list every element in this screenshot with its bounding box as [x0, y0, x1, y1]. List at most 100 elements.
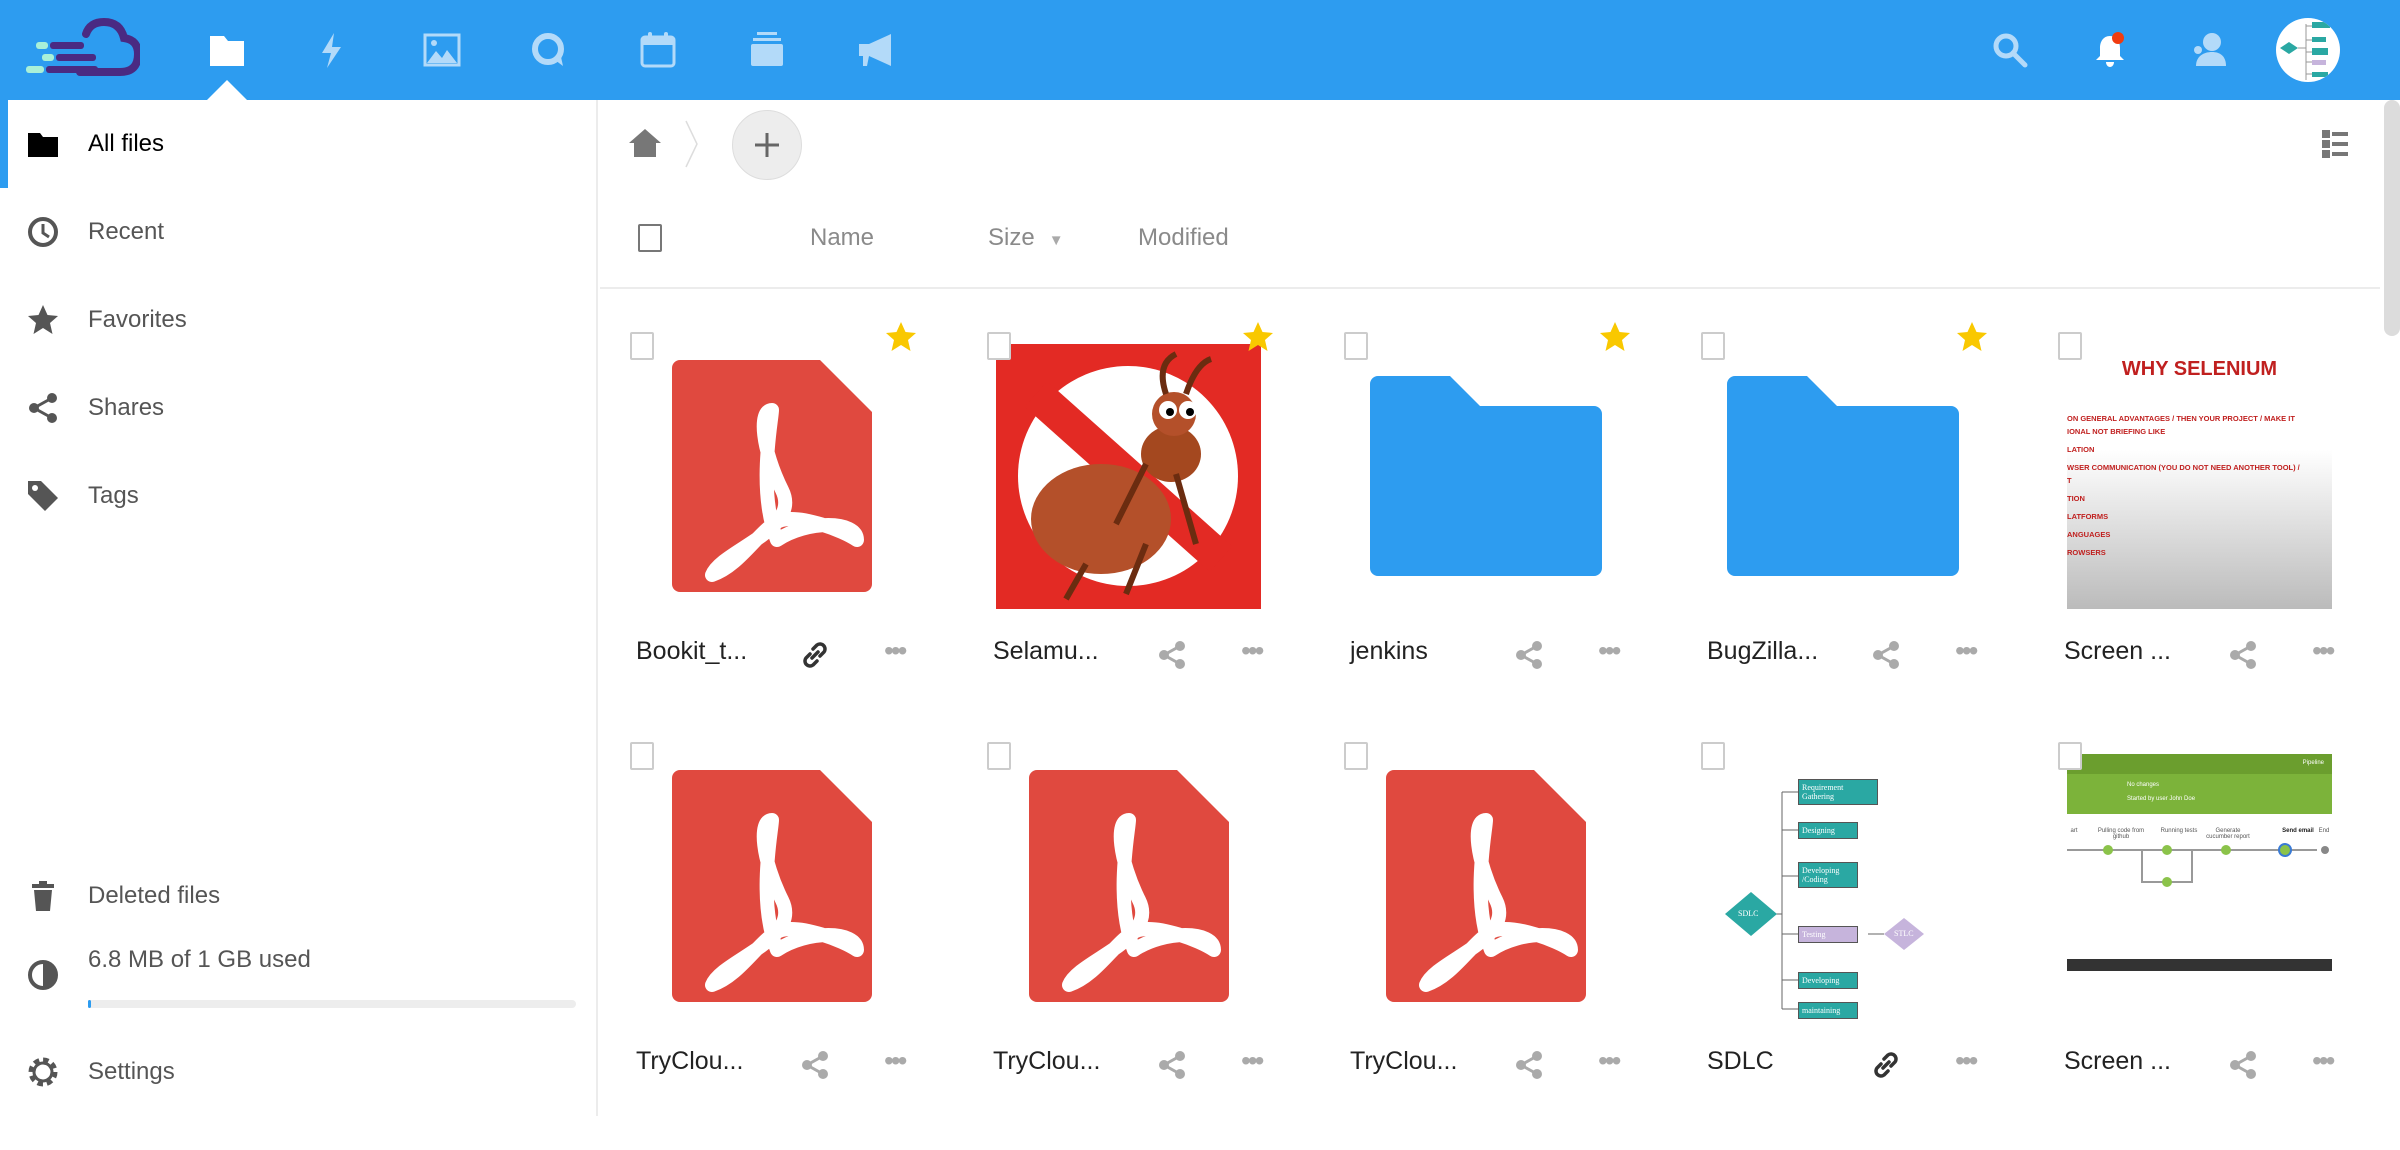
file-name[interactable]: TryClou... [636, 1047, 743, 1076]
column-header-modified[interactable]: Modified [1138, 224, 1229, 252]
file-checkbox[interactable] [630, 742, 654, 770]
share-icon[interactable] [1869, 638, 1903, 672]
file-tile[interactable]: WHY SELENIUM ON GENERAL ADVANTAGES / THEN… [2042, 332, 2399, 740]
more-actions-icon[interactable]: ••• [1955, 1047, 1989, 1082]
contacts-icon[interactable] [2188, 30, 2228, 70]
file-thumbnail[interactable] [1353, 340, 1618, 612]
file-thumbnail[interactable] [996, 750, 1261, 1022]
favorite-star-icon[interactable] [1955, 320, 1989, 354]
more-actions-icon[interactable]: ••• [1598, 637, 1632, 672]
favorite-star-icon[interactable] [884, 320, 918, 354]
file-checkbox[interactable] [987, 742, 1011, 770]
file-tile[interactable]: TryClou... ••• [1328, 742, 1685, 1150]
file-thumbnail[interactable]: SDLC STLC Requirement Gathering Designing De… [1710, 750, 1975, 1022]
file-name[interactable]: Screen ... [2064, 1047, 2171, 1076]
more-actions-icon[interactable]: ••• [884, 1047, 918, 1082]
file-checkbox[interactable] [987, 332, 1011, 360]
activity-icon[interactable] [310, 28, 354, 72]
file-thumbnail[interactable]: WHY SELENIUM ON GENERAL ADVANTAGES / THEN… [2067, 340, 2332, 612]
column-header-name[interactable]: Name [810, 224, 874, 252]
favorite-star-icon[interactable] [1598, 320, 1632, 354]
more-actions-icon[interactable]: ••• [884, 637, 918, 672]
file-thumbnail[interactable] [996, 340, 1261, 612]
file-thumbnail[interactable] [639, 340, 904, 612]
more-actions-icon[interactable]: ••• [2312, 1047, 2346, 1082]
sidebar-item-shares[interactable]: Shares [0, 364, 596, 452]
calendar-icon[interactable] [636, 28, 680, 72]
file-checkbox[interactable] [630, 332, 654, 360]
share-icon[interactable] [798, 1048, 832, 1082]
more-actions-icon[interactable]: ••• [1241, 637, 1275, 672]
file-checkbox[interactable] [1344, 332, 1368, 360]
file-checkbox[interactable] [1701, 742, 1725, 770]
deck-icon[interactable] [745, 28, 789, 72]
file-tile[interactable]: Pipeline No changes Started by user John… [2042, 742, 2399, 1150]
slide-line: LATION [2067, 444, 2095, 454]
share-icon[interactable] [2226, 638, 2260, 672]
file-tile[interactable]: TryClou... ••• [614, 742, 971, 1150]
tag-icon [28, 481, 58, 511]
sidebar-item-recent[interactable]: Recent [0, 188, 596, 276]
file-thumbnail[interactable] [1353, 750, 1618, 1022]
file-checkbox[interactable] [1344, 742, 1368, 770]
scrollbar-thumb[interactable] [2384, 100, 2400, 336]
file-name[interactable]: TryClou... [1350, 1047, 1457, 1076]
sidebar-item-label: Deleted files [88, 882, 221, 909]
file-thumbnail[interactable] [639, 750, 904, 1022]
file-name[interactable]: TryClou... [993, 1047, 1100, 1076]
file-name[interactable]: Bookit_t... [636, 637, 747, 666]
file-name[interactable]: jenkins [1350, 637, 1428, 666]
file-tile[interactable]: Selamu... ••• [971, 322, 1328, 740]
file-checkbox[interactable] [2058, 742, 2082, 770]
file-tile[interactable]: SDLC STLC Requirement Gathering Designing De… [1685, 742, 2042, 1150]
file-checkbox[interactable] [2058, 332, 2082, 360]
search-icon[interactable] [1990, 30, 2030, 70]
file-thumbnail[interactable]: Pipeline No changes Started by user John… [2067, 750, 2332, 1022]
link-icon[interactable] [1869, 1048, 1903, 1082]
share-icon[interactable] [1512, 1048, 1546, 1082]
share-icon[interactable] [1512, 638, 1546, 672]
list-view-toggle-icon[interactable] [2322, 130, 2350, 158]
home-icon[interactable] [628, 128, 662, 158]
column-header-size[interactable]: Size ▼ [988, 224, 1064, 252]
notifications-icon[interactable] [2090, 30, 2130, 70]
settings-button[interactable]: Settings [0, 1028, 596, 1116]
files-icon[interactable] [205, 28, 249, 72]
favorite-star-icon[interactable] [1241, 320, 1275, 354]
file-tile[interactable]: TryClou... ••• [971, 742, 1328, 1150]
file-name[interactable]: Selamu... [993, 637, 1099, 666]
avatar[interactable] [2276, 18, 2340, 82]
scrollbar[interactable] [2380, 100, 2400, 1116]
file-tile[interactable]: BugZilla... ••• [1685, 322, 2042, 740]
folder-icon [1726, 376, 1959, 576]
pipeline-stage: Running tests [2160, 827, 2198, 834]
share-icon[interactable] [1155, 638, 1189, 672]
new-button[interactable] [732, 110, 802, 180]
more-actions-icon[interactable]: ••• [2312, 637, 2346, 672]
app-logo[interactable] [20, 18, 140, 82]
talk-icon[interactable] [527, 28, 571, 72]
pipeline-stage: art [2070, 827, 2078, 834]
announcements-icon[interactable] [853, 28, 897, 72]
share-icon[interactable] [1155, 1048, 1189, 1082]
select-all-checkbox[interactable] [638, 224, 662, 252]
link-icon[interactable] [798, 638, 832, 672]
more-actions-icon[interactable]: ••• [1241, 1047, 1275, 1082]
file-name[interactable]: BugZilla... [1707, 637, 1818, 666]
slide-line: LATFORMS [2067, 511, 2109, 521]
file-tile[interactable]: jenkins ••• [1328, 322, 1685, 740]
share-icon[interactable] [2226, 1048, 2260, 1082]
gallery-icon[interactable] [420, 28, 464, 72]
active-app-indicator [207, 80, 247, 100]
file-thumbnail[interactable] [1710, 340, 1975, 612]
file-checkbox[interactable] [1701, 332, 1725, 360]
more-actions-icon[interactable]: ••• [1955, 637, 1989, 672]
file-tile[interactable]: Bookit_t... ••• [614, 322, 971, 740]
sidebar-item-tags[interactable]: Tags [0, 452, 596, 540]
file-name[interactable]: Screen ... [2064, 637, 2171, 666]
sidebar-item-all-files[interactable]: All files [0, 100, 596, 188]
sidebar-item-favorites[interactable]: Favorites [0, 276, 596, 364]
more-actions-icon[interactable]: ••• [1598, 1047, 1632, 1082]
sidebar-item-label: Recent [88, 218, 165, 245]
file-name[interactable]: SDLC [1707, 1047, 1774, 1076]
